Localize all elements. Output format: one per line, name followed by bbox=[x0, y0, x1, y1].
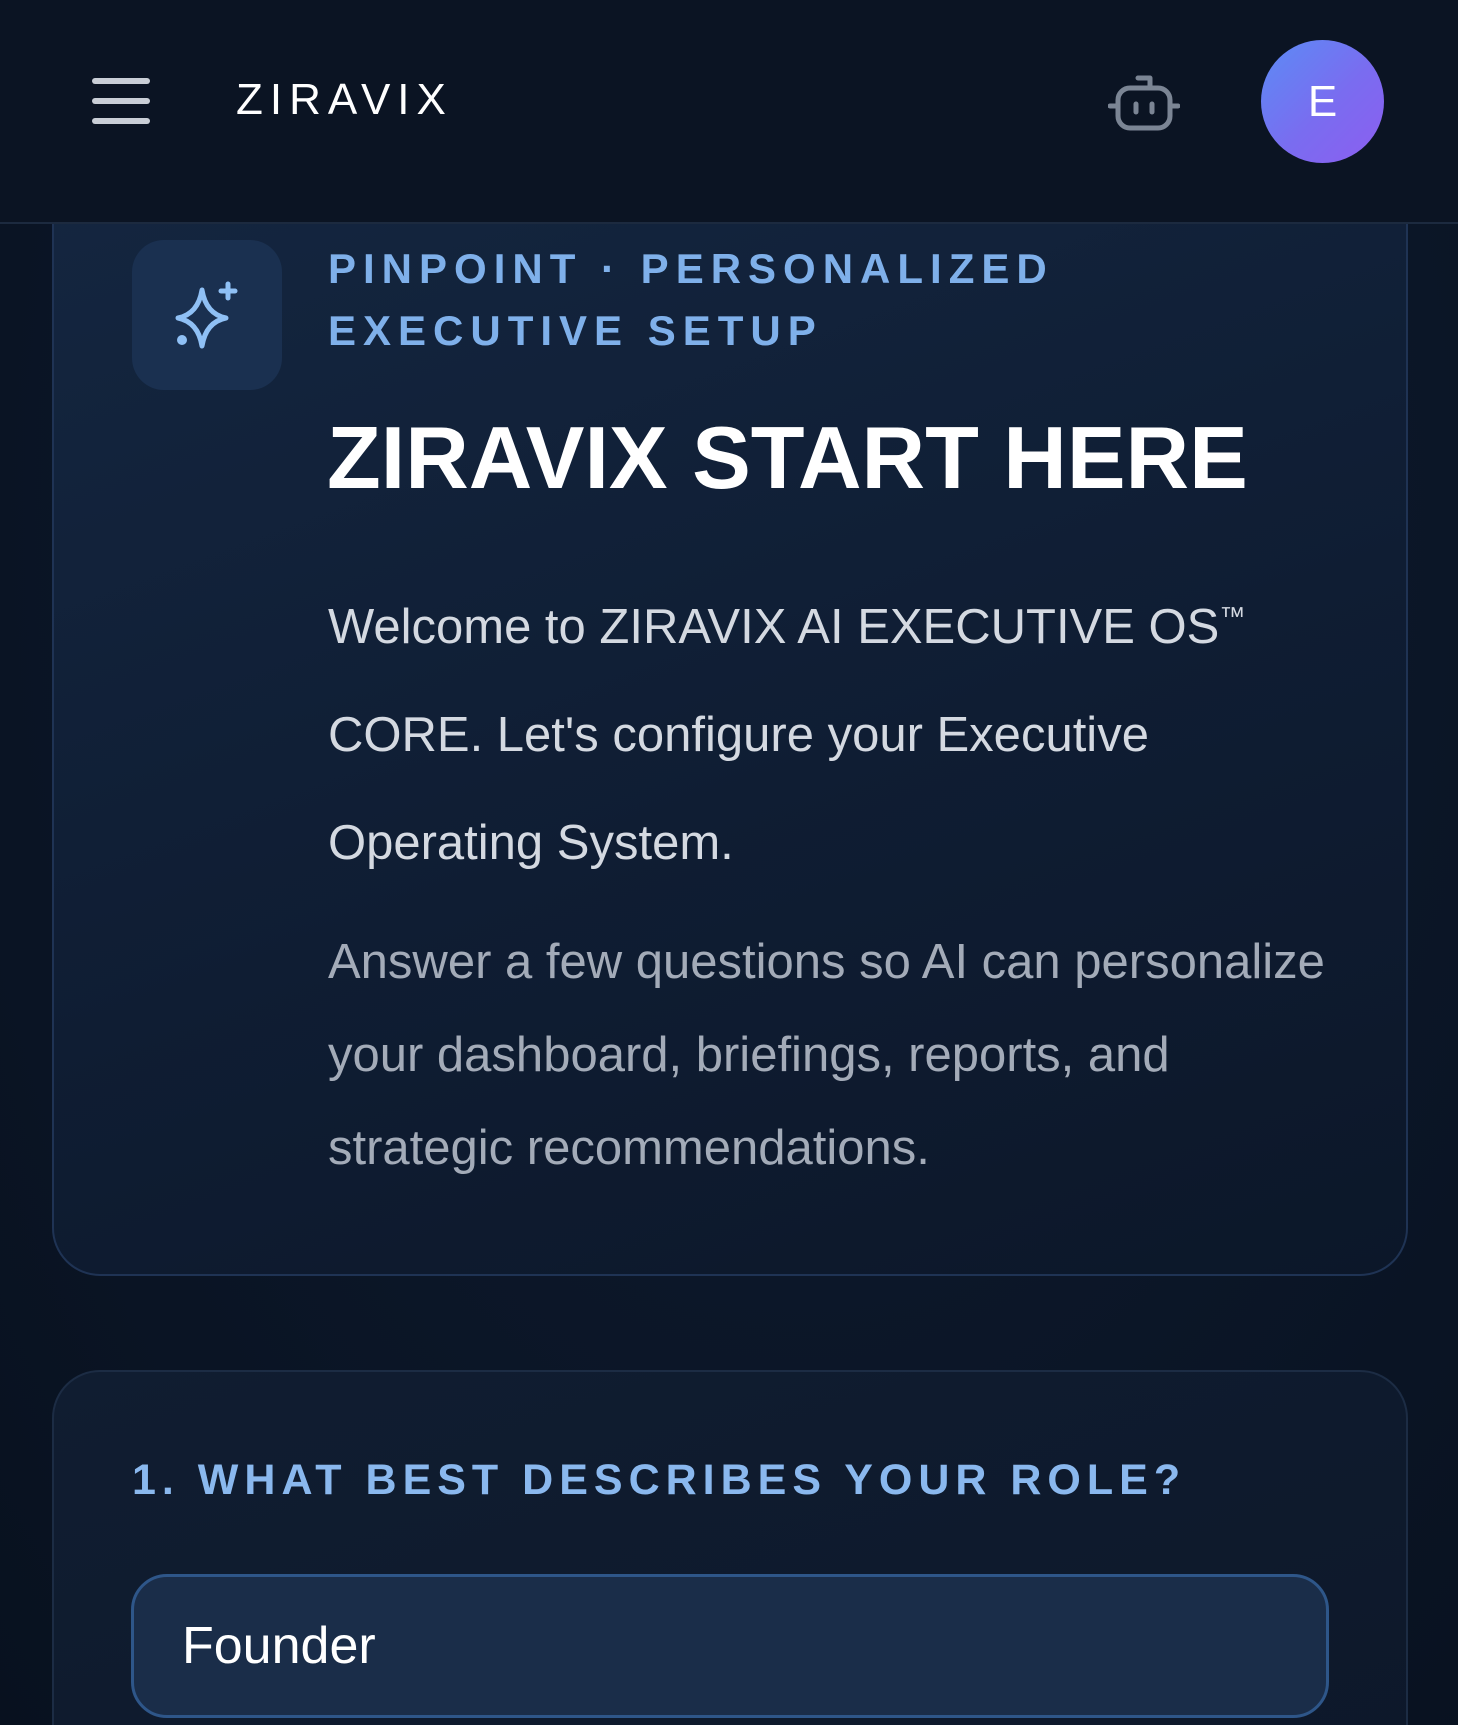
menu-line bbox=[92, 118, 150, 124]
robot-icon[interactable] bbox=[1107, 70, 1181, 134]
question-label: 1. WHAT BEST DESCRIBES YOUR ROLE? bbox=[132, 1456, 1187, 1504]
role-input[interactable] bbox=[131, 1574, 1329, 1718]
sparkle-icon-tile bbox=[132, 240, 282, 390]
sub-intro-text: Answer a few questions so AI can persona… bbox=[328, 935, 1325, 1175]
intro-prefix: Welcome to ZIRAVIX AI EXECUTIVE OS bbox=[328, 600, 1220, 654]
eyebrow-line-1: PINPOINT · PERSONALIZED bbox=[328, 245, 1054, 292]
menu-line bbox=[92, 98, 150, 104]
page: ZIRAVIX E PINPOINT · PERSONALIZED EXECUT… bbox=[0, 0, 1458, 1725]
setup-eyebrow: PINPOINT · PERSONALIZED EXECUTIVE SETUP bbox=[328, 238, 1328, 362]
sparkle-icon bbox=[175, 281, 238, 349]
trademark-symbol: ™ bbox=[1219, 601, 1246, 631]
top-bar: ZIRAVIX E bbox=[0, 0, 1458, 224]
page-title: ZIRAVIX START HERE bbox=[327, 408, 1248, 507]
intro-text: Welcome to ZIRAVIX AI EXECUTIVE OS™ CORE… bbox=[328, 562, 1358, 897]
user-avatar[interactable]: E bbox=[1261, 40, 1384, 163]
intro-suffix: CORE. Let's configure your Executive Ope… bbox=[328, 708, 1149, 870]
hamburger-menu-icon[interactable] bbox=[90, 76, 152, 126]
eyebrow-line-2: EXECUTIVE SETUP bbox=[328, 307, 823, 354]
brand-logo[interactable]: ZIRAVIX bbox=[236, 72, 453, 128]
menu-line bbox=[92, 78, 150, 84]
